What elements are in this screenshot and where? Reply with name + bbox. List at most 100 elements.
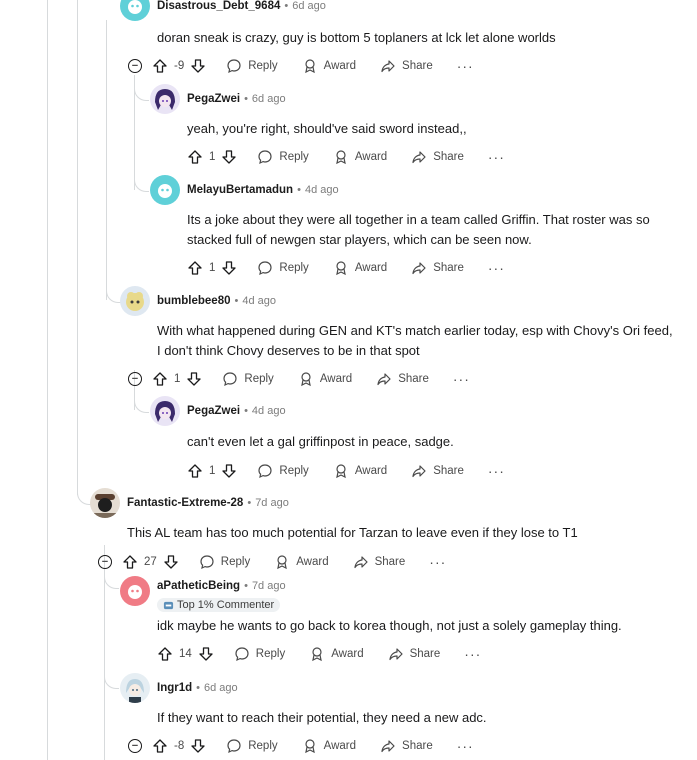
username[interactable]: Fantastic-Extreme-28 [127,497,243,509]
username[interactable]: PegaZwei [187,405,240,417]
reply-button[interactable]: Reply [222,371,274,387]
downvote-icon[interactable] [198,646,214,662]
comment-age[interactable]: 7d ago [255,497,289,509]
downvote-icon[interactable] [186,371,202,387]
comment-age[interactable]: 6d ago [204,682,238,694]
username[interactable]: MelayuBertamadun [187,184,293,196]
award-button[interactable]: Award [298,371,352,387]
reply-button[interactable]: Reply [199,554,250,570]
vote-score: -9 [174,60,185,72]
reply-button[interactable]: Reply [257,260,309,276]
downvote-icon[interactable] [221,149,237,165]
comment-age[interactable]: 4d ago [242,295,276,307]
upvote-icon[interactable] [187,463,203,479]
award-button[interactable]: Award [309,646,364,662]
upvote-icon[interactable] [122,554,138,570]
more-options-button[interactable]: ··· [464,646,481,662]
reply-button[interactable]: Reply [234,646,285,662]
user-avatar[interactable] [150,175,180,205]
comment-actions: − 1 Reply Award Share ··· [128,367,470,391]
downvote-icon[interactable] [221,463,237,479]
reply-button[interactable]: Reply [257,463,309,479]
award-button[interactable]: Award [302,738,356,754]
award-button[interactable]: Award [302,58,356,74]
more-options-button[interactable]: ··· [488,149,505,165]
branch-connector [134,398,149,413]
share-button[interactable]: Share [380,738,433,754]
upvote-icon[interactable] [187,149,203,165]
award-icon [304,739,315,754]
username[interactable]: aPatheticBeing [157,580,240,592]
user-avatar[interactable] [120,576,150,606]
user-avatar[interactable] [90,488,120,518]
user-avatar[interactable] [120,286,150,316]
comment-age[interactable]: 6d ago [292,0,326,12]
comment-actions: − -8 Reply Award Share ··· [128,734,474,758]
user-avatar[interactable] [150,396,180,426]
vote-score: 14 [179,648,192,660]
upvote-icon[interactable] [152,58,168,74]
more-options-button[interactable]: ··· [429,554,446,570]
comment-age[interactable]: 6d ago [252,93,286,105]
username[interactable]: Ingr1d [157,682,192,694]
comment: PegaZwei • 4d ago [150,396,286,426]
share-button[interactable]: Share [380,58,433,74]
downvote-icon[interactable] [221,260,237,276]
comment-actions: 1 Reply Award Share ··· [187,459,505,483]
username[interactable]: bumblebee80 [157,295,231,307]
upvote-icon[interactable] [152,738,168,754]
comment-bubble-icon [258,150,273,165]
more-options-button[interactable]: ··· [488,260,505,276]
user-avatar[interactable] [120,0,150,21]
comment: Disastrous_Debt_9684 • 6d ago [120,0,326,21]
share-button[interactable]: Share [411,149,464,165]
collapse-button[interactable]: − [128,739,142,753]
award-label: Award [323,740,357,752]
reply-button[interactable]: Reply [226,58,278,74]
award-button[interactable]: Award [333,149,387,165]
award-icon [335,261,346,276]
reply-button[interactable]: Reply [226,738,278,754]
share-button[interactable]: Share [353,554,405,570]
upvote-icon[interactable] [157,646,173,662]
upvote-icon[interactable] [152,371,168,387]
more-options-button[interactable]: ··· [457,738,474,754]
vote-controls: 1 [187,260,237,276]
username[interactable]: Disastrous_Debt_9684 [157,0,280,12]
share-button[interactable]: Share [376,371,429,387]
downvote-icon[interactable] [163,554,179,570]
comment-text: Its a joke about they were all together … [187,212,650,247]
award-button[interactable]: Award [274,554,329,570]
separator-dot: • [244,93,248,105]
more-options-button[interactable]: ··· [488,463,505,479]
downvote-icon[interactable] [190,738,206,754]
share-icon [388,648,403,661]
downvote-icon[interactable] [190,58,206,74]
share-button[interactable]: Share [411,463,464,479]
award-button[interactable]: Award [333,463,387,479]
upvote-icon[interactable] [187,260,203,276]
comment: bumblebee80 • 4d ago [120,286,276,316]
share-button[interactable]: Share [388,646,440,662]
comment-age[interactable]: 4d ago [252,405,286,417]
user-avatar[interactable] [120,673,150,703]
username[interactable]: PegaZwei [187,93,240,105]
award-button[interactable]: Award [333,260,387,276]
reply-label: Reply [279,262,309,274]
collapse-button[interactable]: − [128,372,142,386]
comment-age[interactable]: 4d ago [305,184,339,196]
reply-button[interactable]: Reply [257,149,309,165]
award-icon [335,464,346,479]
award-label: Award [296,556,329,568]
comment-age[interactable]: 7d ago [252,580,286,592]
collapse-button[interactable]: − [128,59,142,73]
share-icon [412,151,426,164]
more-options-button[interactable]: ··· [457,58,474,74]
collapse-button[interactable]: − [98,555,112,569]
branch-connector [104,674,119,689]
share-button[interactable]: Share [411,260,464,276]
more-options-button[interactable]: ··· [453,371,470,387]
user-avatar[interactable] [150,84,180,114]
share-icon [412,262,426,275]
reply-label: Reply [244,373,274,385]
